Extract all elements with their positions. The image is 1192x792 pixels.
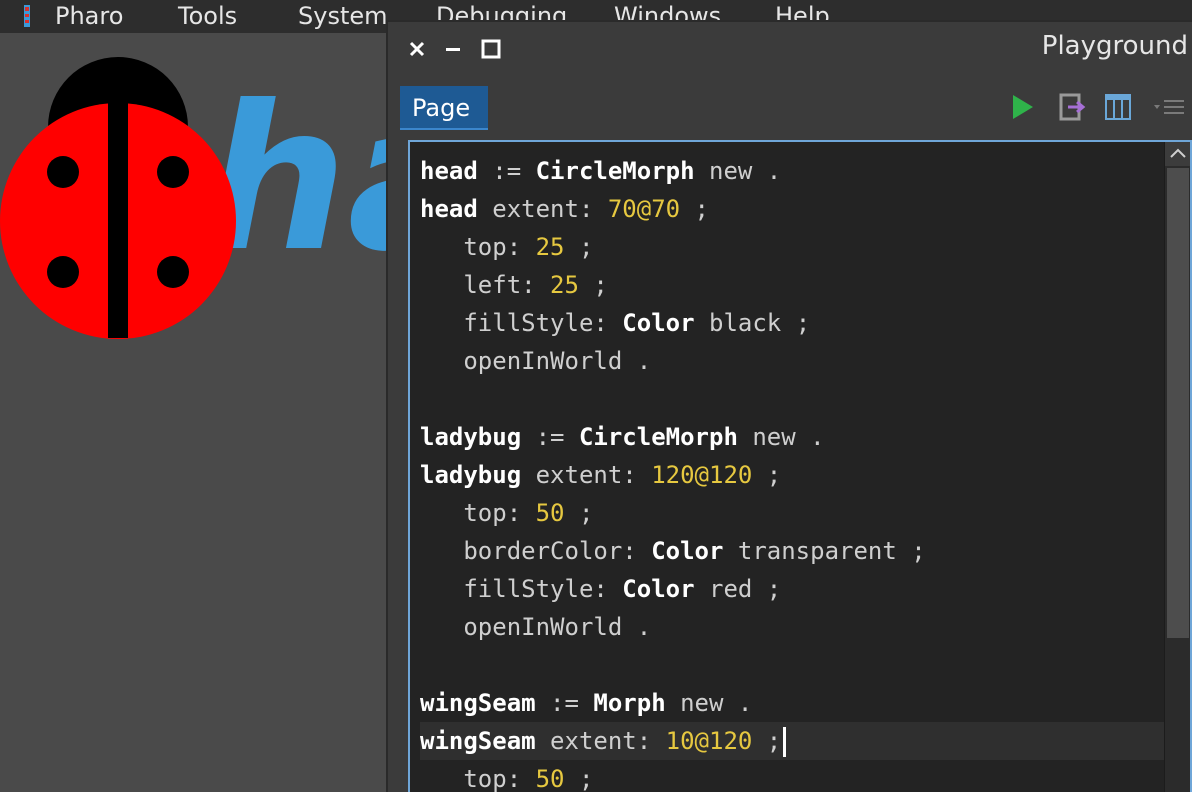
- maximize-icon[interactable]: [480, 38, 502, 60]
- code-token: extent:: [535, 727, 666, 755]
- code-token: CircleMorph: [578, 423, 738, 451]
- menu-tools[interactable]: Tools: [178, 1, 237, 31]
- code-token: head: [420, 195, 478, 223]
- code-line[interactable]: top: 50 ;: [420, 494, 1165, 532]
- editor-scrollbar[interactable]: [1164, 142, 1190, 792]
- text-cursor: [783, 727, 787, 757]
- code-token: Color: [651, 537, 724, 565]
- code-token: ;: [564, 765, 594, 792]
- code-line[interactable]: ladybug extent: 120@120 ;: [420, 456, 1165, 494]
- code-line[interactable]: openInWorld .: [420, 342, 1165, 380]
- code-line[interactable]: left: 25 ;: [420, 266, 1165, 304]
- code-line[interactable]: fillStyle: Color black ;: [420, 304, 1165, 342]
- code-line[interactable]: head := CircleMorph new .: [420, 152, 1165, 190]
- code-token: top:: [420, 233, 536, 261]
- menu-system[interactable]: System: [298, 1, 388, 31]
- code-editor[interactable]: head := CircleMorph new . head extent: 70…: [408, 140, 1192, 792]
- code-token: 70@70: [607, 195, 681, 223]
- code-token: black ;: [694, 309, 811, 337]
- code-token: Morph: [593, 689, 666, 717]
- code-line[interactable]: top: 50 ;: [420, 760, 1165, 792]
- code-token: fillStyle:: [420, 309, 623, 337]
- code-token: :=: [477, 157, 536, 185]
- code-token: red ;: [694, 575, 782, 603]
- tab-page[interactable]: Page: [400, 86, 488, 130]
- code-token: ;: [752, 461, 782, 489]
- code-token: fillStyle:: [420, 575, 623, 603]
- code-line[interactable]: openInWorld .: [420, 608, 1165, 646]
- code-token: top:: [420, 765, 536, 792]
- code-line[interactable]: wingSeam extent: 10@120 ;: [420, 722, 1165, 760]
- close-icon[interactable]: [406, 38, 428, 60]
- code-token: wingSeam: [420, 689, 536, 717]
- scroll-up-icon[interactable]: [1165, 142, 1191, 166]
- desktop-world: ha: [0, 57, 390, 339]
- playground-window: Playground Page head := CircleMorph new …: [386, 20, 1192, 792]
- code-token: top:: [420, 499, 536, 527]
- code-token: left:: [420, 271, 551, 299]
- code-token: borderColor:: [420, 537, 652, 565]
- code-token: openInWorld .: [420, 613, 652, 641]
- code-token: Color: [622, 309, 695, 337]
- code-line[interactable]: wingSeam := Morph new .: [420, 684, 1165, 722]
- code-token: ;: [564, 499, 594, 527]
- code-token: 50: [535, 499, 565, 527]
- run-icon[interactable]: [1008, 92, 1036, 122]
- minimize-icon[interactable]: [442, 38, 464, 60]
- code-token: 25: [535, 233, 565, 261]
- menu-icon[interactable]: [1152, 92, 1186, 122]
- code-token: 50: [535, 765, 565, 792]
- code-line[interactable]: [420, 380, 1165, 418]
- window-title: Playground: [1041, 31, 1188, 61]
- code-token: ;: [680, 195, 709, 223]
- code-token: ladybug: [420, 423, 522, 451]
- code-token: Color: [622, 575, 695, 603]
- code-token: extent:: [477, 195, 608, 223]
- code-token: new .: [694, 157, 782, 185]
- code-token: head: [420, 157, 478, 185]
- wing-seam-morph[interactable]: [108, 103, 128, 338]
- pharo-logo-icon[interactable]: [21, 5, 33, 27]
- code-token: new .: [737, 423, 825, 451]
- code-token: 120@120: [651, 461, 753, 489]
- code-line[interactable]: ladybug := CircleMorph new .: [420, 418, 1165, 456]
- code-token: wingSeam: [420, 727, 536, 755]
- code-token: extent:: [521, 461, 652, 489]
- inspect-icon[interactable]: [1058, 92, 1086, 122]
- code-token: ;: [578, 271, 608, 299]
- code-token: :=: [521, 423, 579, 451]
- code-line[interactable]: borderColor: Color transparent ;: [420, 532, 1165, 570]
- code-line[interactable]: [420, 646, 1165, 684]
- columns-icon[interactable]: [1104, 92, 1132, 122]
- code-text[interactable]: head := CircleMorph new . head extent: 70…: [420, 152, 1165, 792]
- ladybug-spot[interactable]: [157, 256, 189, 288]
- code-token: ;: [564, 233, 594, 261]
- ladybug-spot[interactable]: [47, 156, 79, 188]
- menu-pharo[interactable]: Pharo: [55, 1, 123, 31]
- code-token: 10@120: [665, 727, 753, 755]
- code-token: ;: [752, 727, 782, 755]
- ladybug-spot[interactable]: [47, 256, 79, 288]
- scroll-thumb[interactable]: [1167, 168, 1189, 638]
- code-token: transparent ;: [723, 537, 926, 565]
- code-line[interactable]: fillStyle: Color red ;: [420, 570, 1165, 608]
- code-line[interactable]: top: 25 ;: [420, 228, 1165, 266]
- code-token: new .: [665, 689, 753, 717]
- code-token: openInWorld .: [420, 347, 652, 375]
- code-line[interactable]: head extent: 70@70 ;: [420, 190, 1165, 228]
- code-token: 25: [550, 271, 579, 299]
- ladybug-spot[interactable]: [157, 156, 189, 188]
- code-token: :=: [535, 689, 594, 717]
- code-token: ladybug: [420, 461, 522, 489]
- pharo-logo-text: ha: [205, 63, 390, 296]
- code-token: CircleMorph: [535, 157, 695, 185]
